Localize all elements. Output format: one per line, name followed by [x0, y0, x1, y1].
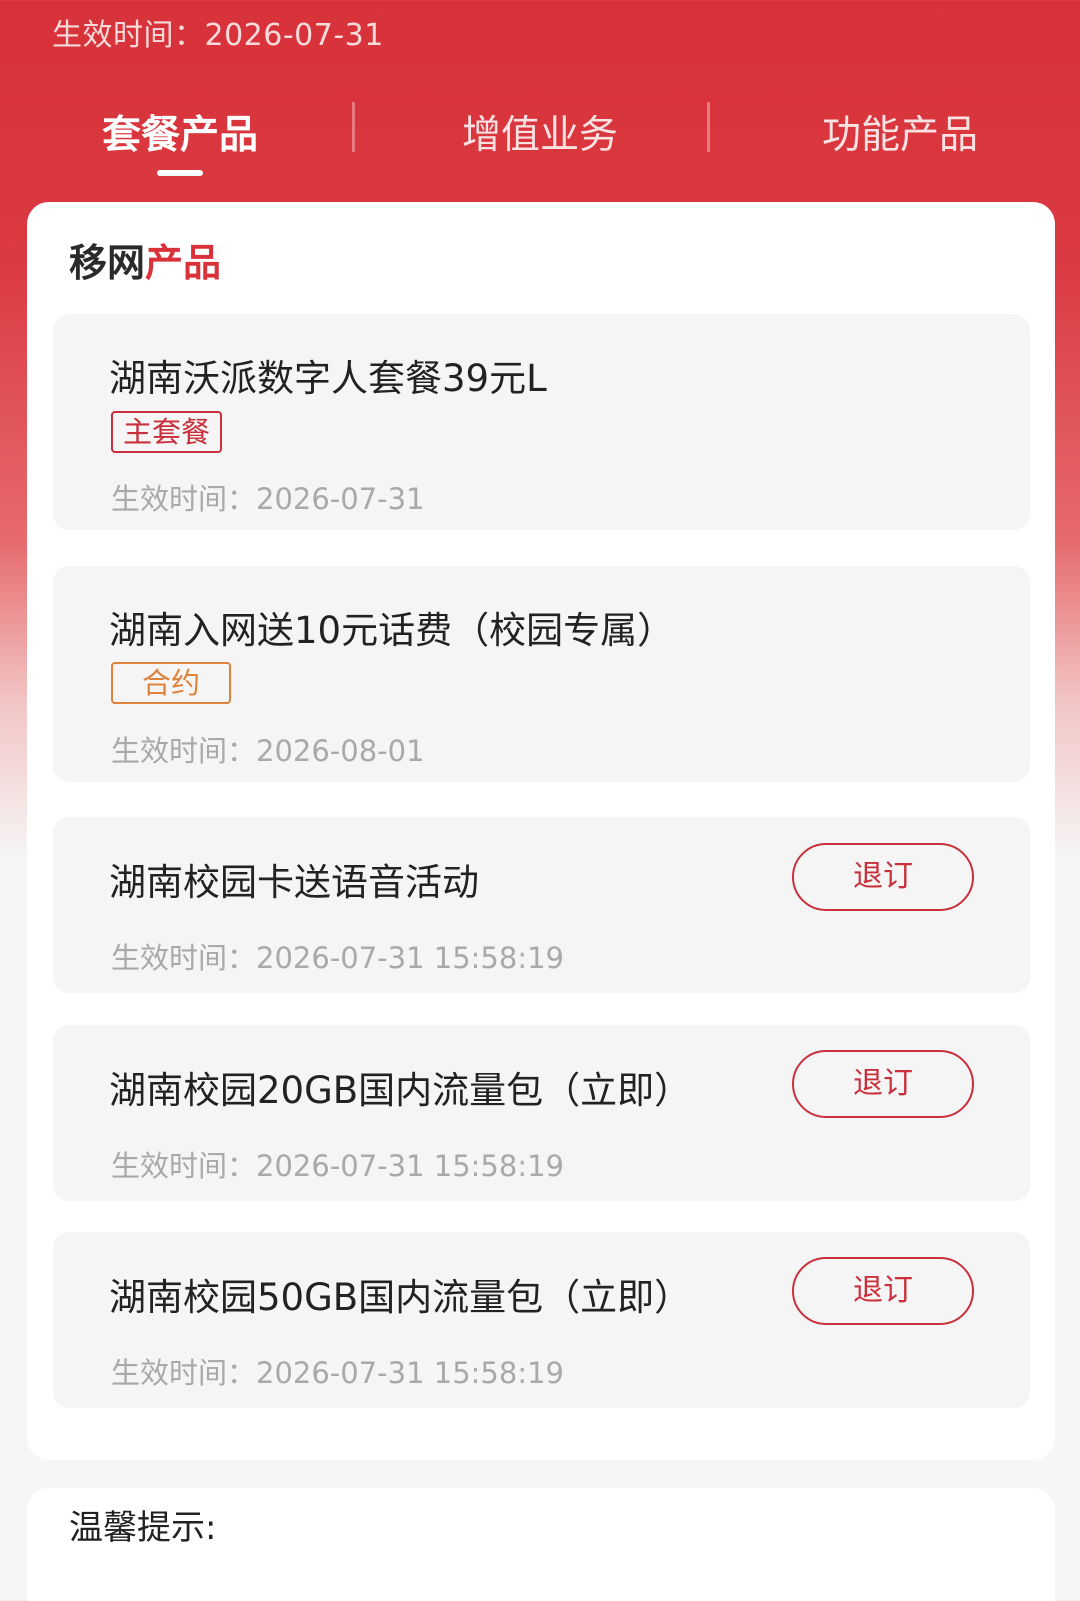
product-list-card: 移网产品 湖南沃派数字人套餐39元L 主套餐 生效时间：2026-07-31 湖…: [27, 202, 1055, 1460]
product-item: 湖南校园50GB国内流量包（立即） 生效时间：2026-07-31 15:58:…: [53, 1232, 1030, 1408]
tab-package-products[interactable]: 套餐产品: [0, 92, 360, 182]
tab-label: 功能产品: [821, 113, 978, 158]
tab-label: 套餐产品: [101, 113, 258, 158]
product-name: 湖南校园卡送语音活动: [109, 861, 479, 904]
product-name: 湖南校园50GB国内流量包（立即）: [109, 1276, 692, 1319]
product-effective-time: 生效时间：2026-08-01: [111, 734, 425, 768]
tab-divider: [352, 102, 355, 152]
product-effective-time: 生效时间：2026-07-31 15:58:19: [111, 1356, 564, 1390]
product-name: 湖南沃派数字人套餐39元L: [109, 357, 547, 400]
tab-divider: [707, 102, 710, 152]
tab-value-added-services[interactable]: 增值业务: [360, 92, 720, 182]
section-title-part2: 产品: [145, 241, 222, 285]
active-tab-indicator: [157, 170, 203, 176]
section-title-part1: 移网: [69, 241, 146, 285]
product-effective-time: 生效时间：2026-07-31: [111, 482, 425, 516]
tips-card: 温馨提示:: [27, 1488, 1055, 1601]
unsubscribe-button[interactable]: 退订: [792, 843, 974, 911]
product-effective-time: 生效时间：2026-07-31 15:58:19: [111, 1149, 564, 1183]
effective-date-header: 生效时间：2026-07-31: [52, 18, 384, 53]
product-item: 湖南校园卡送语音活动 生效时间：2026-07-31 15:58:19 退订: [53, 817, 1030, 993]
product-item: 湖南沃派数字人套餐39元L 主套餐 生效时间：2026-07-31: [53, 314, 1030, 530]
product-name: 湖南入网送10元话费（校园专属）: [109, 609, 675, 652]
tab-bar: 套餐产品 增值业务 功能产品: [0, 92, 1080, 182]
product-item: 湖南入网送10元话费（校园专属） 合约 生效时间：2026-08-01: [53, 566, 1030, 782]
tips-title: 温馨提示:: [69, 1508, 217, 1548]
section-title: 移网产品: [69, 232, 221, 287]
contract-tag: 合约: [111, 662, 231, 704]
product-item: 湖南校园20GB国内流量包（立即） 生效时间：2026-07-31 15:58:…: [53, 1025, 1030, 1201]
main-package-tag: 主套餐: [111, 411, 223, 453]
product-effective-time: 生效时间：2026-07-31 15:58:19: [111, 941, 564, 975]
tab-function-products[interactable]: 功能产品: [720, 92, 1080, 182]
unsubscribe-button[interactable]: 退订: [792, 1257, 974, 1325]
product-name: 湖南校园20GB国内流量包（立即）: [109, 1069, 692, 1112]
tab-label: 增值业务: [461, 113, 618, 158]
unsubscribe-button[interactable]: 退订: [792, 1050, 974, 1118]
